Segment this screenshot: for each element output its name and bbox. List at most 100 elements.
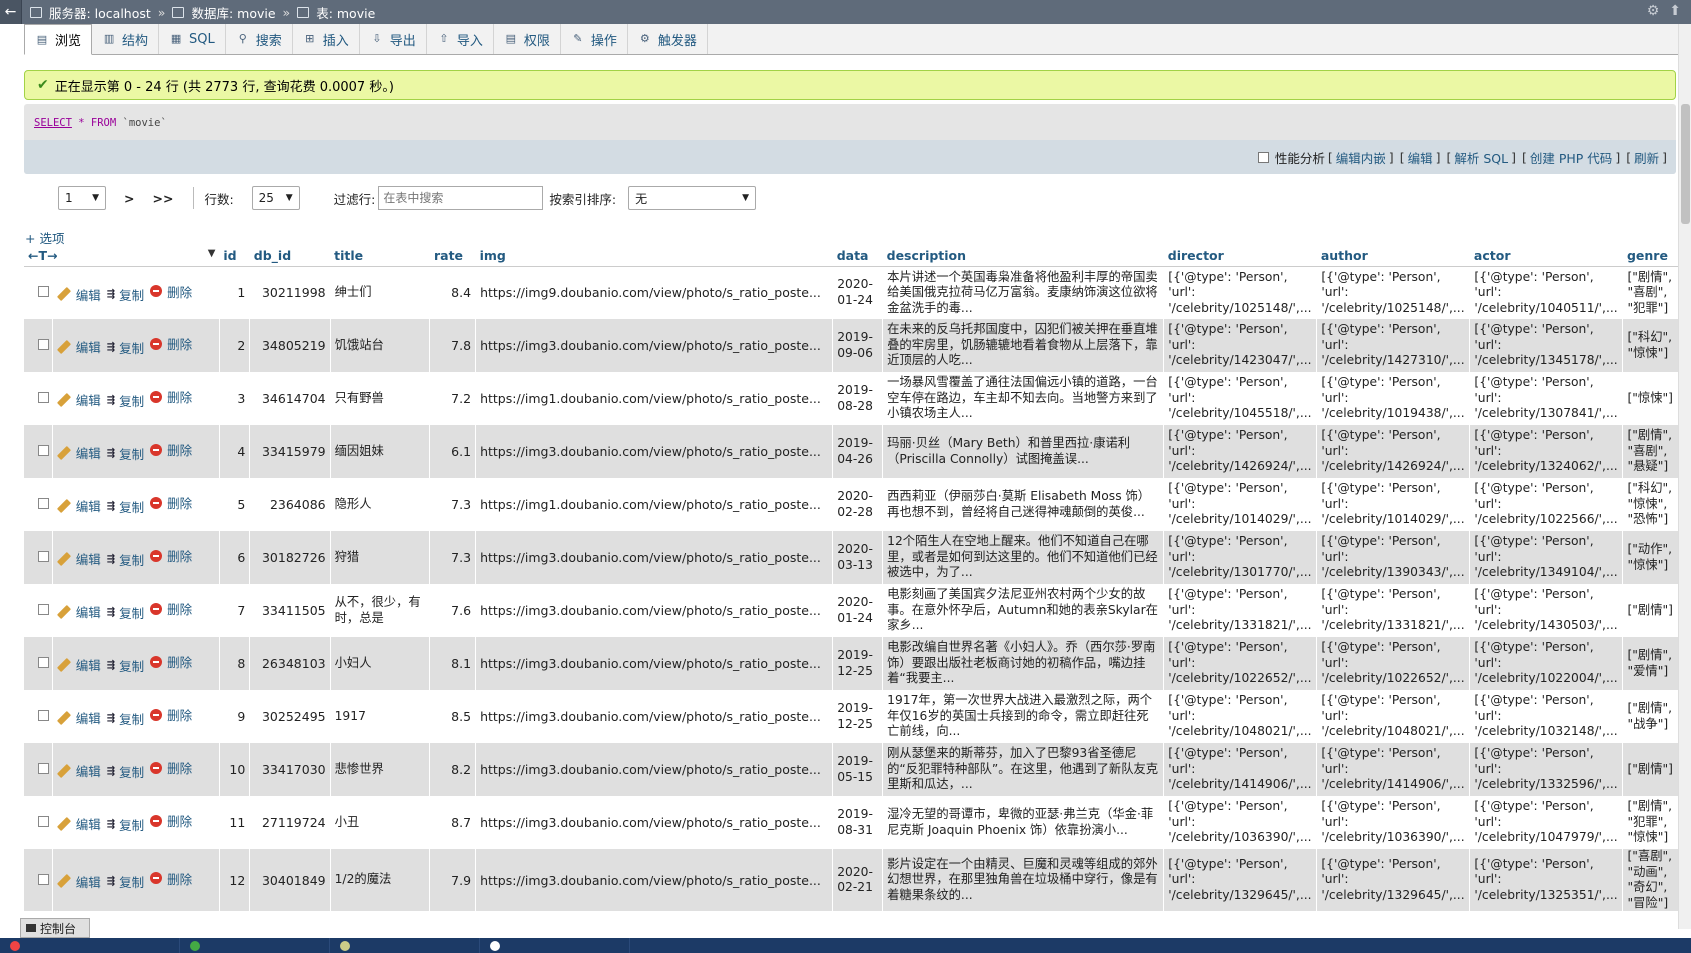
row-checkbox[interactable]: [38, 657, 49, 668]
cell-actor[interactable]: [{'@type': 'Person', 'url': '/celebrity/…: [1469, 478, 1624, 531]
cell-db-id[interactable]: 34614704: [249, 372, 331, 425]
cell-db-id[interactable]: 2364086: [249, 478, 331, 531]
copy-row-button[interactable]: ⇶ 复制: [107, 444, 144, 463]
edit-row-button[interactable]: 编辑: [56, 602, 101, 621]
cell-img[interactable]: https://img3.doubanio.com/view/photo/s_r…: [475, 849, 834, 911]
cell-rate[interactable]: 8.1: [429, 637, 477, 690]
copy-row-button[interactable]: ⇶ 复制: [107, 550, 144, 569]
cell-author[interactable]: [{'@type': 'Person', 'url': '/celebrity/…: [1316, 319, 1471, 372]
cell-director[interactable]: [{'@type': 'Person', 'url': '/celebrity/…: [1163, 531, 1318, 584]
cell-title[interactable]: 悲惨世界: [330, 743, 431, 796]
cell-description[interactable]: 刚从瑟堡来的斯蒂芬，加入了巴黎93省圣德尼的“反犯罪特种部队”。在这里，他遇到了…: [882, 743, 1165, 796]
delete-row-button[interactable]: 删除: [150, 599, 192, 618]
edit-row-button[interactable]: 编辑: [56, 390, 101, 409]
cell-genre[interactable]: ["剧情"]: [1622, 584, 1680, 637]
refresh-link[interactable]: 刷新: [1634, 148, 1659, 167]
breadcrumb-database[interactable]: 数据库: movie: [191, 3, 275, 22]
column-header[interactable]: author: [1316, 246, 1470, 267]
cell-db-id[interactable]: 30252495: [249, 690, 331, 743]
column-header[interactable]: description: [882, 246, 1164, 267]
cell-date[interactable]: 2020-01-24: [832, 266, 884, 319]
cell-actor[interactable]: [{'@type': 'Person', 'url': '/celebrity/…: [1469, 690, 1624, 743]
breadcrumb-server[interactable]: 服务器: localhost: [49, 3, 151, 22]
edit-row-button[interactable]: 编辑: [56, 872, 101, 891]
cell-img[interactable]: https://img3.doubanio.com/view/photo/s_r…: [475, 637, 834, 690]
cell-rate[interactable]: 7.3: [429, 531, 477, 584]
column-header[interactable]: db_id: [249, 246, 331, 267]
cell-date[interactable]: 2019-08-28: [832, 372, 884, 425]
cell-img[interactable]: https://img3.doubanio.com/view/photo/s_r…: [475, 584, 834, 637]
row-checkbox[interactable]: [38, 339, 49, 350]
row-checkbox[interactable]: [38, 498, 49, 509]
inline-edit-link[interactable]: 编辑内嵌: [1336, 148, 1386, 167]
column-resize-arrows-icon[interactable]: ←T→: [28, 248, 57, 263]
edit-row-button[interactable]: 编辑: [56, 285, 101, 304]
cell-title[interactable]: 狩猎: [330, 531, 431, 584]
cell-description[interactable]: 西西莉亚（伊丽莎白·莫斯 Elisabeth Moss 饰）再也想不到，曾经将自…: [882, 478, 1165, 531]
delete-row-button[interactable]: 删除: [150, 758, 192, 777]
cell-rate[interactable]: 6.1: [429, 425, 477, 478]
cell-director[interactable]: [{'@type': 'Person', 'url': '/celebrity/…: [1163, 849, 1318, 911]
cell-description[interactable]: 玛丽·贝丝（Mary Beth）和普里西拉·康诺利（Priscilla Conn…: [882, 425, 1165, 478]
copy-row-button[interactable]: ⇶ 复制: [107, 338, 144, 357]
cell-genre[interactable]: ["剧情", "犯罪", "惊悚"]: [1622, 796, 1680, 849]
cell-actor[interactable]: [{'@type': 'Person', 'url': '/celebrity/…: [1469, 849, 1624, 911]
tab-sql[interactable]: ▦ SQL: [159, 24, 226, 54]
scroll-top-icon[interactable]: ⬆: [1669, 3, 1681, 19]
cell-author[interactable]: [{'@type': 'Person', 'url': '/celebrity/…: [1316, 425, 1471, 478]
cell-id[interactable]: 2: [219, 319, 251, 372]
cell-id[interactable]: 10: [219, 743, 251, 796]
cell-genre[interactable]: ["动作", "惊悚"]: [1622, 531, 1680, 584]
last-page-button[interactable]: >>: [152, 191, 173, 206]
taskbar-item[interactable]: [180, 938, 330, 953]
cell-title[interactable]: 1/2的魔法: [330, 849, 431, 911]
edit-row-button[interactable]: 编辑: [56, 761, 101, 780]
cell-id[interactable]: 9: [219, 690, 251, 743]
cell-img[interactable]: https://img3.doubanio.com/view/photo/s_r…: [475, 319, 834, 372]
cell-db-id[interactable]: 33415979: [249, 425, 331, 478]
cell-genre[interactable]: ["惊悚"]: [1622, 372, 1680, 425]
copy-row-button[interactable]: ⇶ 复制: [107, 656, 144, 675]
copy-row-button[interactable]: ⇶ 复制: [107, 709, 144, 728]
cell-genre[interactable]: ["剧情", "喜剧", "悬疑"]: [1622, 425, 1680, 478]
cell-title[interactable]: 只有野兽: [330, 372, 431, 425]
cell-description[interactable]: 本片讲述一个英国毒枭准备将他盈利丰厚的帝国卖给美国俄克拉荷马亿万富翁。麦康纳饰演…: [882, 266, 1165, 319]
row-checkbox[interactable]: [38, 286, 49, 298]
row-checkbox[interactable]: [38, 763, 49, 774]
tab-insert[interactable]: ⊞ 插入: [293, 24, 360, 54]
cell-db-id[interactable]: 27119724: [249, 796, 331, 849]
edit-row-button[interactable]: 编辑: [56, 655, 101, 674]
cell-title[interactable]: 缅因姐妹: [330, 425, 431, 478]
cell-genre[interactable]: ["剧情"]: [1622, 743, 1680, 796]
cell-actor[interactable]: [{'@type': 'Person', 'url': '/celebrity/…: [1469, 743, 1624, 796]
cell-author[interactable]: [{'@type': 'Person', 'url': '/celebrity/…: [1316, 584, 1471, 637]
cell-description[interactable]: 12个陌生人在空地上醒来。他们不知道自己在哪里，或者是如何到达这里的。他们不知道…: [882, 531, 1165, 584]
cell-img[interactable]: https://img3.doubanio.com/view/photo/s_r…: [475, 796, 834, 849]
delete-row-button[interactable]: 删除: [150, 546, 192, 565]
cell-director[interactable]: [{'@type': 'Person', 'url': '/celebrity/…: [1163, 319, 1318, 372]
delete-row-button[interactable]: 删除: [150, 869, 192, 888]
cell-title[interactable]: 小妇人: [330, 637, 431, 690]
cell-img[interactable]: https://img3.doubanio.com/view/photo/s_r…: [475, 690, 834, 743]
cell-db-id[interactable]: 30182726: [249, 531, 331, 584]
delete-row-button[interactable]: 删除: [150, 652, 192, 671]
cell-genre[interactable]: ["科幻", "惊悚", "恐怖"]: [1622, 478, 1680, 531]
column-header[interactable]: title: [330, 246, 430, 267]
cell-db-id[interactable]: 34805219: [249, 319, 331, 372]
row-checkbox[interactable]: [38, 445, 49, 456]
cell-id[interactable]: 5: [219, 478, 251, 531]
cell-id[interactable]: 12: [219, 849, 251, 911]
tab-operations[interactable]: ✎ 操作: [561, 24, 628, 54]
cell-description[interactable]: 一场暴风雪覆盖了通往法国偏远小镇的道路，一台空车停在路边，车主却不知去向。当地警…: [882, 372, 1165, 425]
row-checkbox[interactable]: [38, 604, 49, 615]
row-checkbox[interactable]: [38, 392, 49, 403]
delete-row-button[interactable]: 删除: [150, 334, 192, 353]
cell-genre[interactable]: ["科幻", "惊悚"]: [1622, 319, 1680, 372]
cell-description[interactable]: 湿冷无望的哥谭市，卑微的亚瑟·弗兰克（华金·菲尼克斯 Joaquin Phoen…: [882, 796, 1165, 849]
delete-row-button[interactable]: 删除: [150, 282, 192, 301]
cell-id[interactable]: 6: [219, 531, 251, 584]
row-checkbox[interactable]: [38, 551, 49, 562]
cell-rate[interactable]: 8.5: [429, 690, 477, 743]
cell-author[interactable]: [{'@type': 'Person', 'url': '/celebrity/…: [1316, 372, 1471, 425]
row-checkbox[interactable]: [38, 816, 49, 827]
